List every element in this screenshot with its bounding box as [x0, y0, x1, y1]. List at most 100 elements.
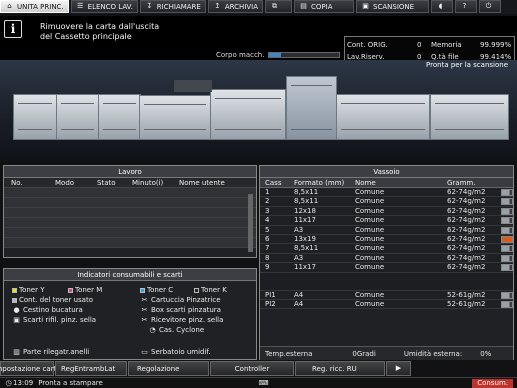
clock-icon: ◷	[5, 378, 12, 387]
paper-empty-icon	[501, 235, 513, 243]
saddle-receiver-item: ✂ Ricevitore pinz. sella	[141, 315, 224, 324]
tray-row[interactable]: 3 12x18 Comune 62-74g/m2	[260, 206, 513, 217]
paper-level-icon	[501, 198, 513, 206]
paper-name: Comune	[355, 234, 385, 243]
tab-scansione[interactable]: ▣ SCANSIONE	[356, 0, 430, 13]
staple-waste-icon: ✂	[141, 305, 148, 314]
paper-name: Comune	[355, 263, 385, 272]
staple-waste-item: ✂ Box scarti pinzatura	[141, 305, 221, 314]
paper-weight: 62-74g/m2	[447, 188, 486, 196]
paper-size: 13x19	[294, 234, 316, 243]
adjustment-button[interactable]: Regolazione	[128, 361, 209, 376]
consumables-panel: Indicatori consumabili e scarti Toner Y …	[3, 268, 257, 360]
toner-c-icon	[140, 287, 145, 293]
tray-row[interactable]: 9 11x17 Comune 62-74g/m2	[260, 263, 513, 273]
toner-k-item: Toner K	[194, 286, 227, 294]
paper-size: A3	[294, 225, 304, 234]
paper-level-icon	[501, 207, 513, 215]
tray-row[interactable]: 8 A3 Comune 62-74g/m2	[260, 253, 513, 264]
paper-level-icon	[501, 245, 513, 253]
tray-panel: Vassoio Cass Formato (mm) Nome Gramm. 18…	[259, 165, 514, 360]
job-row[interactable]	[4, 188, 256, 198]
paper-size: 12x18	[294, 206, 316, 215]
paper-weight: 62-74g/m2	[447, 253, 486, 262]
tab-unita-princ[interactable]: ⌂ UNITA PRINC.	[0, 0, 69, 13]
paper-size: A3	[294, 253, 304, 262]
feeder-unit	[13, 94, 57, 140]
list-icon: ☰	[77, 2, 84, 10]
tray-row[interactable]: 1 8,5x11 Comune 62-74g/m2	[260, 188, 513, 198]
archive-icon: ↥	[214, 2, 221, 10]
paper-name: Comune	[355, 188, 385, 196]
feeder-unit	[98, 94, 141, 140]
ru-feed-adjust-button[interactable]: Reg. ricc. RU	[295, 361, 385, 376]
paper-name: Comune	[355, 244, 385, 253]
paper-weight: 62-74g/m2	[447, 244, 486, 253]
ring-binder-icon: ▥	[13, 347, 20, 356]
copy-icon: ▤	[300, 2, 307, 10]
machine-diagram: Pronta per la scansione	[0, 60, 517, 161]
job-row[interactable]	[4, 218, 256, 228]
tray-number: 4	[265, 216, 270, 225]
water-tank-icon: ▭	[141, 347, 148, 356]
trim-icon: ▣	[13, 315, 20, 324]
paper-size: A4	[294, 290, 304, 299]
job-row[interactable]	[4, 238, 256, 248]
cyclone-icon: ◔	[149, 325, 156, 334]
paper-name: Comune	[355, 253, 385, 262]
staple-cartridge-item: ✂ Cartuccia Pinzatrice	[141, 295, 221, 304]
power-button[interactable]: ⏻	[479, 0, 502, 13]
toner-m-icon	[68, 287, 73, 293]
controller-button[interactable]: Controller	[210, 361, 294, 376]
help-button[interactable]: ?	[455, 0, 478, 13]
used-toner-item: Cont. del toner usato	[12, 296, 93, 304]
paper-level-icon	[501, 226, 513, 234]
tray-row[interactable]: 7 8,5x11 Comune 62-74g/m2	[260, 244, 513, 254]
job-row[interactable]	[4, 228, 256, 238]
main-body-unit	[139, 95, 211, 140]
tray-row[interactable]: PI2 A4 Comune 52-61g/m2	[260, 299, 513, 310]
toner-y-item: Toner Y	[12, 286, 45, 294]
tray-row[interactable]: 2 8,5x11 Comune 62-74g/m2	[260, 197, 513, 207]
tray-row[interactable]: 6 13x19 Comune 62-74g/m2	[260, 234, 513, 245]
tray-row[interactable]: 5 A3 Comune 62-74g/m2	[260, 225, 513, 235]
paper-weight: 52-61g/m2	[447, 299, 486, 308]
tab-elenco-lav[interactable]: ☰ ELENCO LAV.	[70, 0, 138, 13]
tab-richiamare[interactable]: ↧ RICHIAMARE	[139, 0, 206, 13]
next-page-button[interactable]: ▶	[386, 361, 411, 376]
job-panel: Lavoro No. Modo Stato Minuto(i) Nome ute…	[3, 165, 257, 258]
toner-k-icon	[194, 287, 199, 293]
job-list	[4, 188, 256, 248]
tray-row[interactable]: 4 11x17 Comune 62-74g/m2	[260, 216, 513, 226]
paper-level-icon	[501, 217, 513, 225]
waste-toner-icon	[12, 297, 17, 303]
paper-settings-button[interactable]: Impostazione carta	[0, 361, 61, 376]
tray-row[interactable]: PI1 A4 Comune 52-61g/m2	[260, 290, 513, 300]
scrollbar[interactable]	[248, 194, 253, 252]
keyboard-icon[interactable]: ⌨	[258, 379, 268, 387]
volume-button[interactable]: ◖	[431, 0, 454, 13]
paper-level-icon	[501, 254, 513, 262]
tab-archivia[interactable]: ↥ ARCHIVIA	[207, 0, 264, 13]
job-row[interactable]	[4, 198, 256, 208]
paper-size: A4	[294, 299, 304, 308]
tray-spacer	[260, 272, 513, 291]
finisher-unit	[286, 76, 337, 140]
duplex-adjust-button[interactable]: RegEntrambLat	[55, 361, 127, 376]
ring-binding-item: ▥ Parte rilegatr.anelli	[13, 347, 90, 356]
paper-name: Comune	[355, 216, 385, 225]
paper-name: Comune	[355, 206, 385, 215]
paper-weight: 62-74g/m2	[447, 225, 486, 234]
status-bar: ◷ 13:09 Pronta a stampare ⌨ Consum.	[0, 377, 517, 388]
play-icon: ▶	[395, 364, 402, 372]
consumables-alert-badge[interactable]: Consum.	[472, 379, 513, 388]
tab-copia[interactable]: ▤ COPIA	[294, 0, 355, 13]
toner-y-icon	[12, 287, 17, 293]
help-icon: ?	[462, 2, 467, 10]
environment-status: Temp.esterna 0Gradi Umidità esterna: 0%	[260, 346, 513, 360]
paper-weight: 62-74g/m2	[447, 234, 486, 243]
receiver-icon: ✂	[141, 315, 148, 324]
job-row[interactable]	[4, 208, 256, 218]
tab-copy-document[interactable]: ⧉	[265, 0, 293, 13]
tray-number: PI1	[265, 290, 276, 299]
